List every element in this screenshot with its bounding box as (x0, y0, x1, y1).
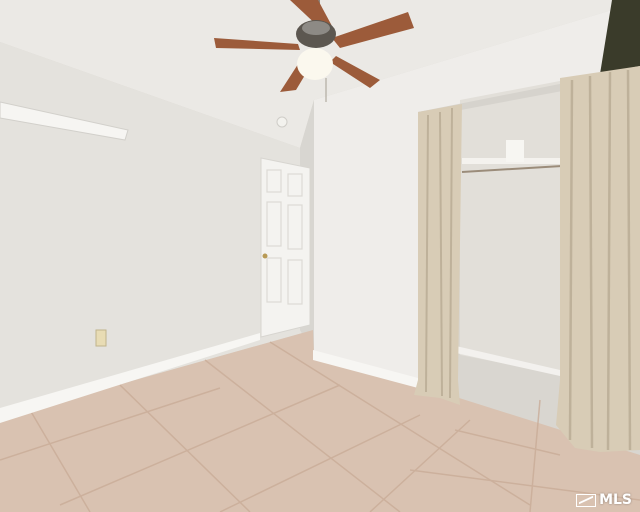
smoke-detector (276, 116, 288, 128)
closet-shelf-item (506, 140, 524, 162)
mls-watermark: MLS (576, 492, 632, 508)
left-curtain (414, 104, 462, 405)
closet-interior (460, 80, 565, 375)
wall-outlet (95, 329, 107, 347)
door-knob (262, 253, 268, 259)
bedroom-photo (0, 0, 640, 512)
fan-light (297, 48, 333, 80)
mls-watermark-text: MLS (599, 492, 632, 508)
mls-logo-icon (576, 493, 597, 507)
door (260, 157, 311, 338)
